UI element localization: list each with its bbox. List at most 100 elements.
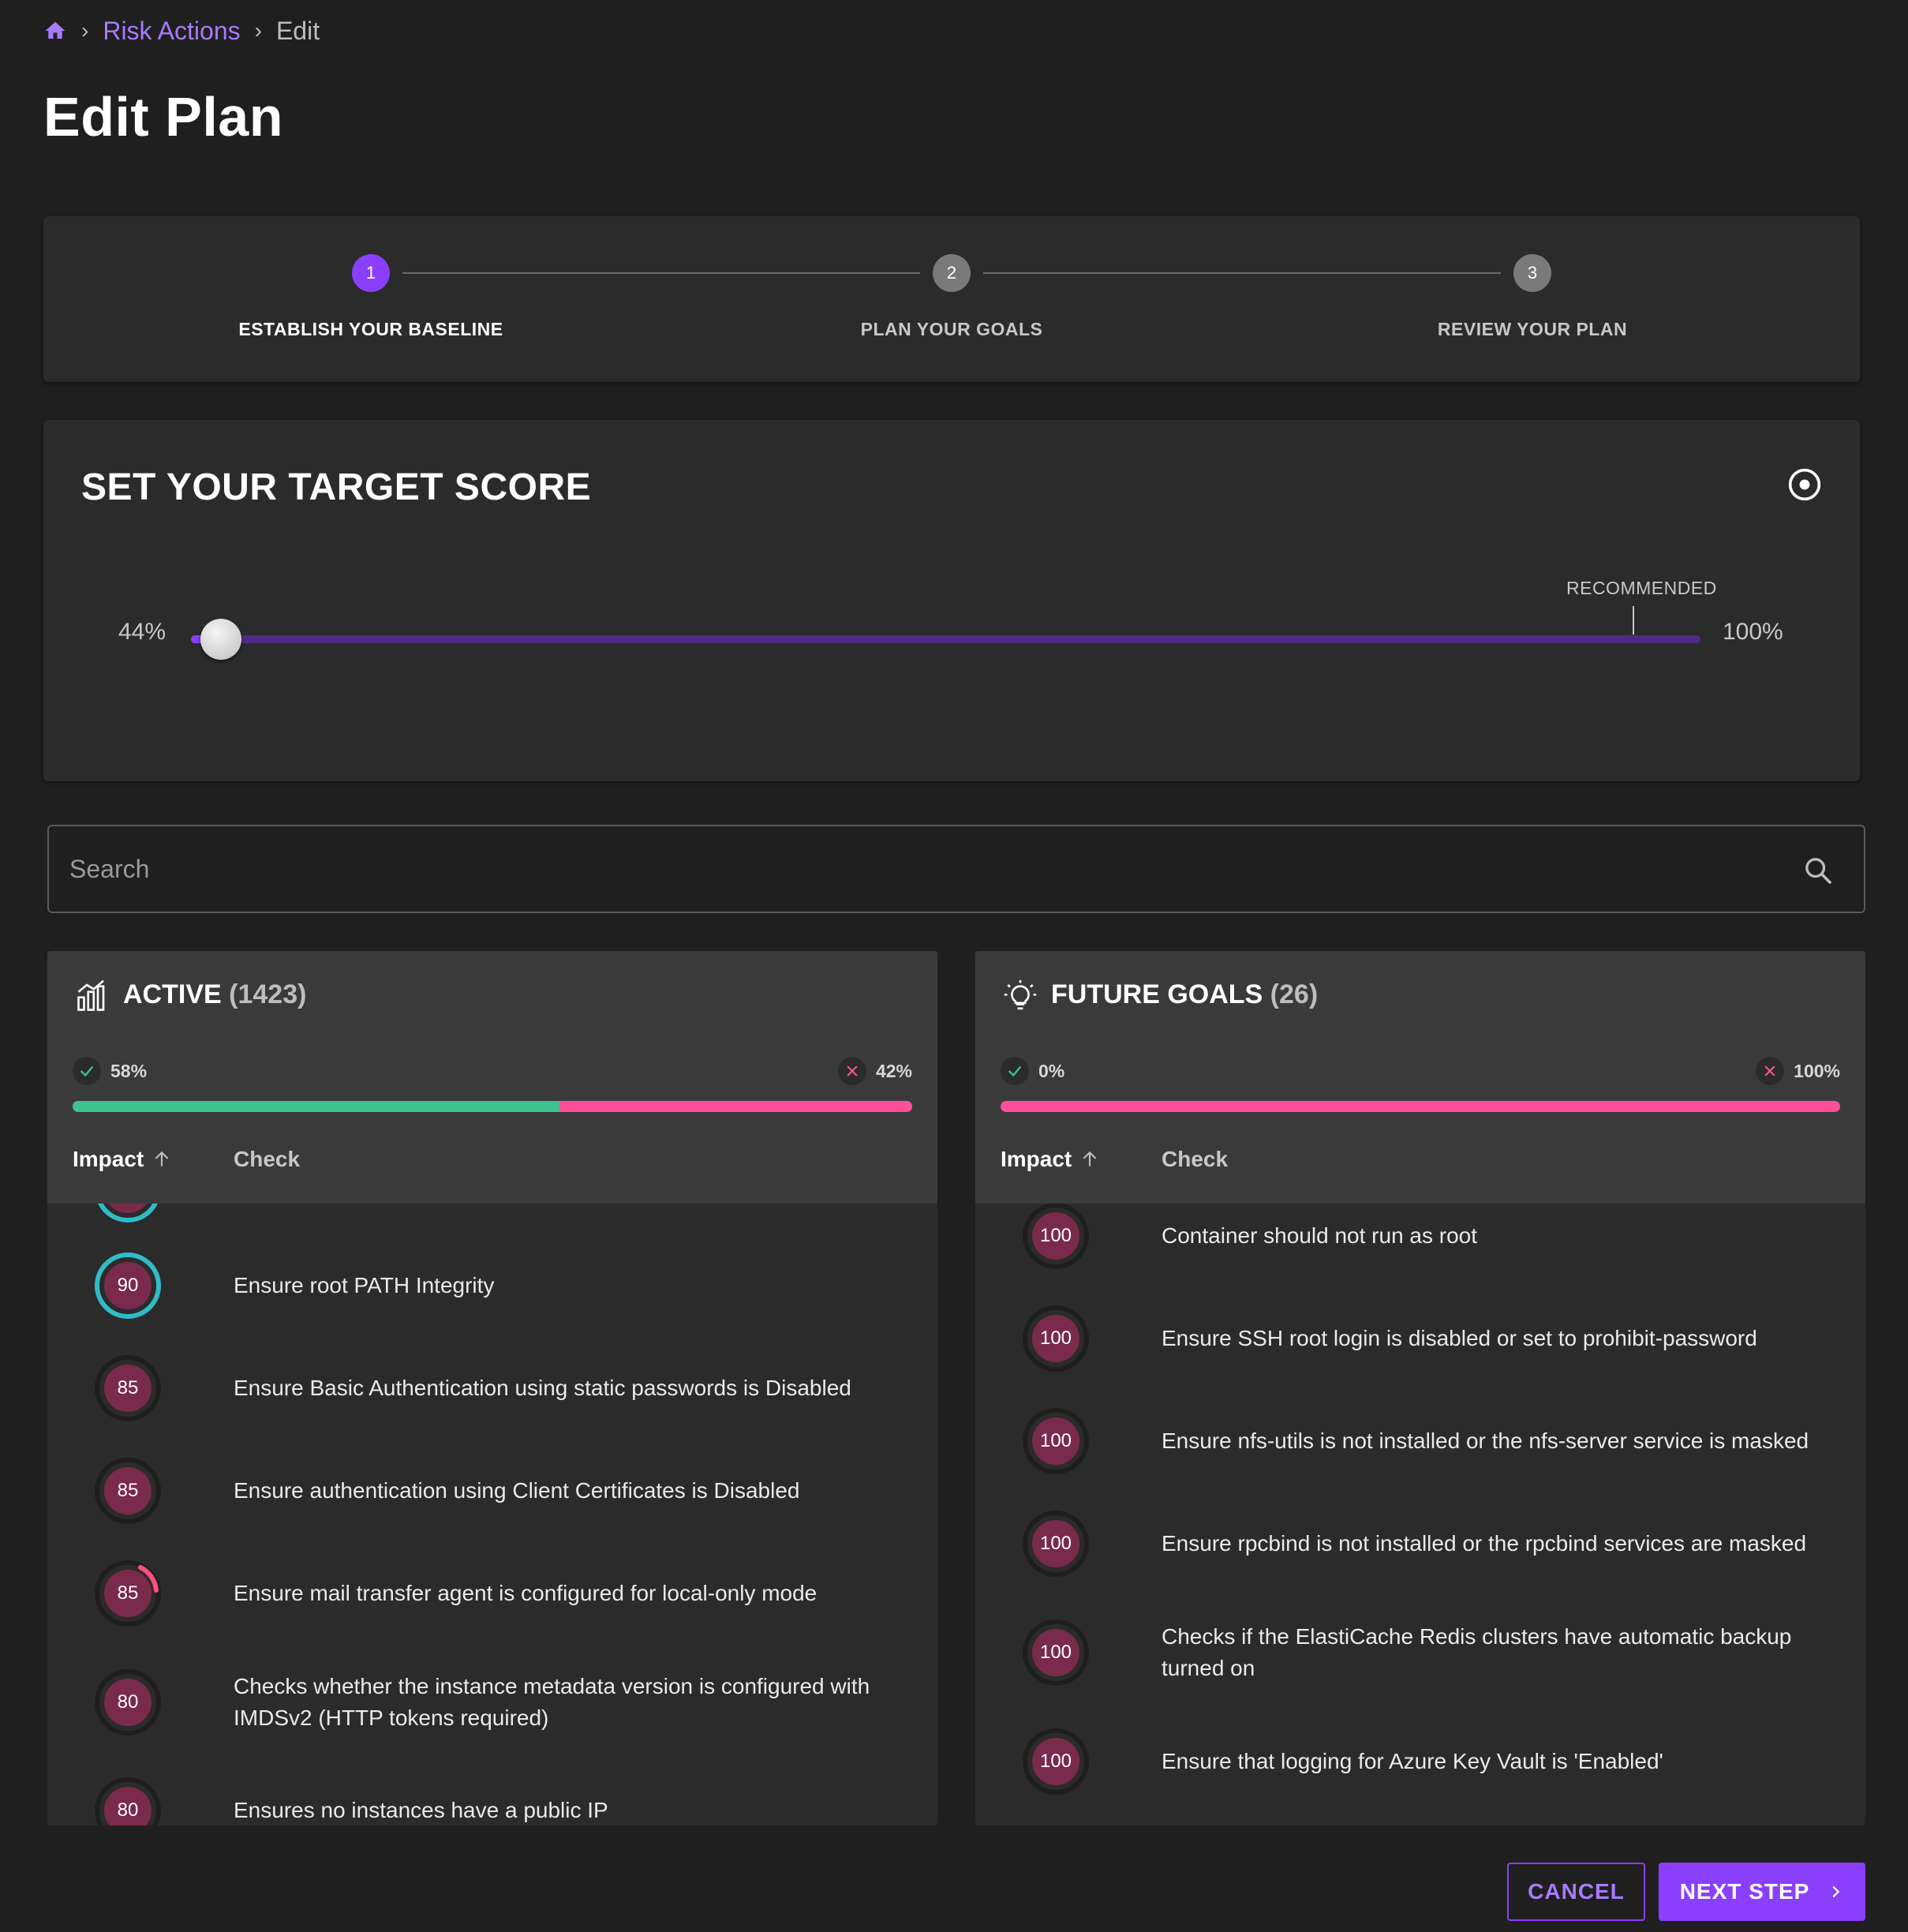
next-step-button[interactable]: NEXT STEP [1659, 1863, 1865, 1921]
target-icon[interactable] [1787, 467, 1822, 502]
breadcrumb-current: Edit [275, 16, 320, 45]
active-panel: ACTIVE (1423) 58% 42% Impact Check 90 En… [47, 951, 937, 1825]
impact-badge: 85 [95, 1458, 161, 1524]
step-connector [402, 272, 920, 274]
future-progress-bar [1001, 1101, 1840, 1112]
active-pass-stat: 58% [73, 1057, 147, 1085]
chevron-right-icon: › [254, 18, 262, 43]
impact-value: 100 [1032, 1520, 1079, 1567]
step-2-indicator[interactable]: 2 [933, 254, 971, 292]
target-score-title: SET YOUR TARGET SCORE [81, 466, 592, 508]
future-panel-title: FUTURE GOALS (26) [1051, 979, 1318, 1010]
slider-thumb[interactable] [200, 619, 242, 660]
impact-badge: 90 [95, 1252, 161, 1319]
search-icon[interactable] [1802, 855, 1834, 886]
check-name: Ensure rpcbind is not installed or the r… [1162, 1531, 1807, 1556]
next-step-label: NEXT STEP [1679, 1879, 1810, 1904]
impact-value: 100 [1032, 1212, 1079, 1260]
stepper: 1 2 3 ESTABLISH YOUR BASELINE PLAN YOUR … [43, 216, 1860, 382]
future-goals-panel: FUTURE GOALS (26) 0% 100% Impact Check 1… [975, 951, 1865, 1825]
breadcrumb: › Risk Actions › Edit [43, 14, 320, 47]
check-name: Checks whether the instance metadata ver… [234, 1674, 870, 1730]
check-icon [73, 1057, 101, 1085]
cancel-button[interactable]: CANCEL [1507, 1863, 1645, 1921]
target-score-card: SET YOUR TARGET SCORE 44% RECOMMENDED 10… [43, 420, 1860, 781]
step-connector [983, 272, 1501, 274]
step-3-indicator[interactable]: 3 [1513, 254, 1551, 292]
check-name: Ensure that logging for Azure Key Vault … [1162, 1749, 1663, 1773]
future-count: (26) [1270, 979, 1319, 1009]
recommended-marker [1632, 606, 1634, 635]
future-progress-fail [1001, 1101, 1840, 1112]
chevron-right-icon [1832, 1885, 1840, 1898]
check-name: Ensure SSH root login is disabled or set… [1162, 1326, 1757, 1350]
impact-header-label: Impact [1001, 1147, 1072, 1171]
check-name: Ensures no instances have a public IP [234, 1798, 608, 1822]
check-name: Ensure mail transfer agent is configured… [234, 1581, 817, 1605]
search-input[interactable] [69, 826, 1790, 912]
arrow-up-icon [1083, 1151, 1097, 1166]
step-1-indicator[interactable]: 1 [352, 254, 390, 292]
lightbulb-icon [1004, 979, 1037, 1010]
future-list[interactable]: 100 Container should not run as root 100… [975, 1204, 1865, 1825]
slider-min-label: 44% [118, 619, 166, 645]
slider-max-label: 100% [1723, 619, 1783, 645]
active-impact-column-header[interactable]: Impact [73, 1147, 172, 1172]
impact-value: 85 [104, 1467, 152, 1515]
slider-track[interactable] [191, 635, 1700, 643]
future-fail-pct: 100% [1794, 1060, 1840, 1081]
future-impact-column-header[interactable]: Impact [1001, 1147, 1100, 1172]
page-title: Edit Plan [43, 86, 283, 148]
active-check-column-header[interactable]: Check [234, 1147, 300, 1172]
check-name: Ensure Basic Authentication using static… [234, 1376, 851, 1400]
impact-badge: 100 [1023, 1511, 1089, 1577]
home-icon[interactable] [43, 19, 67, 43]
breadcrumb-risk-actions[interactable]: Risk Actions [103, 17, 240, 46]
impact-badge: 100 [1023, 1408, 1089, 1474]
impact-badge: 100 [1023, 1305, 1089, 1372]
check-name: Ensure nfs-utils is not installed or the… [1162, 1428, 1809, 1453]
future-fail-stat: 100% [1756, 1057, 1840, 1085]
close-icon [837, 1057, 866, 1085]
impact-badge: 100 [1023, 1728, 1089, 1795]
active-progress-bar [73, 1101, 912, 1112]
step-1-label: ESTABLISH YOUR BASELINE [238, 319, 503, 339]
active-progress-pass [73, 1101, 560, 1112]
impact-value: 85 [104, 1365, 152, 1412]
impact-badge [95, 1204, 161, 1222]
impact-badge: 85 [95, 1560, 161, 1627]
future-check-column-header[interactable]: Check [1162, 1147, 1228, 1172]
active-count: (1423) [229, 979, 307, 1009]
bar-chart-icon [77, 979, 105, 1011]
check-name: Ensure authentication using Client Certi… [234, 1478, 800, 1503]
impact-value: 85 [104, 1570, 152, 1617]
active-progress-fail [559, 1101, 912, 1112]
impact-value: 80 [104, 1679, 152, 1726]
impact-header-label: Impact [73, 1147, 144, 1171]
impact-badge: 100 [1023, 1204, 1089, 1269]
check-name: Container should not run as root [1162, 1223, 1478, 1248]
impact-value: 100 [1032, 1417, 1079, 1465]
impact-value: 90 [104, 1262, 152, 1309]
arrow-up-icon [155, 1151, 169, 1166]
check-name: Checks if the ElastiCache Redis clusters… [1162, 1624, 1792, 1680]
impact-value: 100 [1032, 1315, 1079, 1362]
impact-value: 100 [1032, 1738, 1079, 1785]
active-panel-title: ACTIVE (1423) [123, 979, 306, 1010]
future-pass-pct: 0% [1038, 1060, 1065, 1081]
recommended-label: RECOMMENDED [1566, 578, 1717, 598]
impact-badge: 80 [95, 1669, 161, 1735]
active-fail-stat: 42% [837, 1057, 912, 1085]
step-3-label: REVIEW YOUR PLAN [1437, 319, 1628, 339]
close-icon [1756, 1057, 1785, 1085]
impact-badge: 100 [1023, 1619, 1089, 1686]
impact-badge: 80 [95, 1777, 161, 1825]
active-title-text: ACTIVE [123, 979, 222, 1009]
step-2-label: PLAN YOUR GOALS [860, 319, 1043, 339]
check-icon [1001, 1057, 1029, 1085]
active-pass-pct: 58% [110, 1060, 148, 1081]
chevron-right-icon: › [81, 18, 89, 43]
active-list[interactable]: 90 Ensure root PATH Integrity 85 Ensure … [47, 1204, 937, 1825]
impact-value: 100 [1032, 1629, 1079, 1676]
future-pass-stat: 0% [1001, 1057, 1064, 1085]
